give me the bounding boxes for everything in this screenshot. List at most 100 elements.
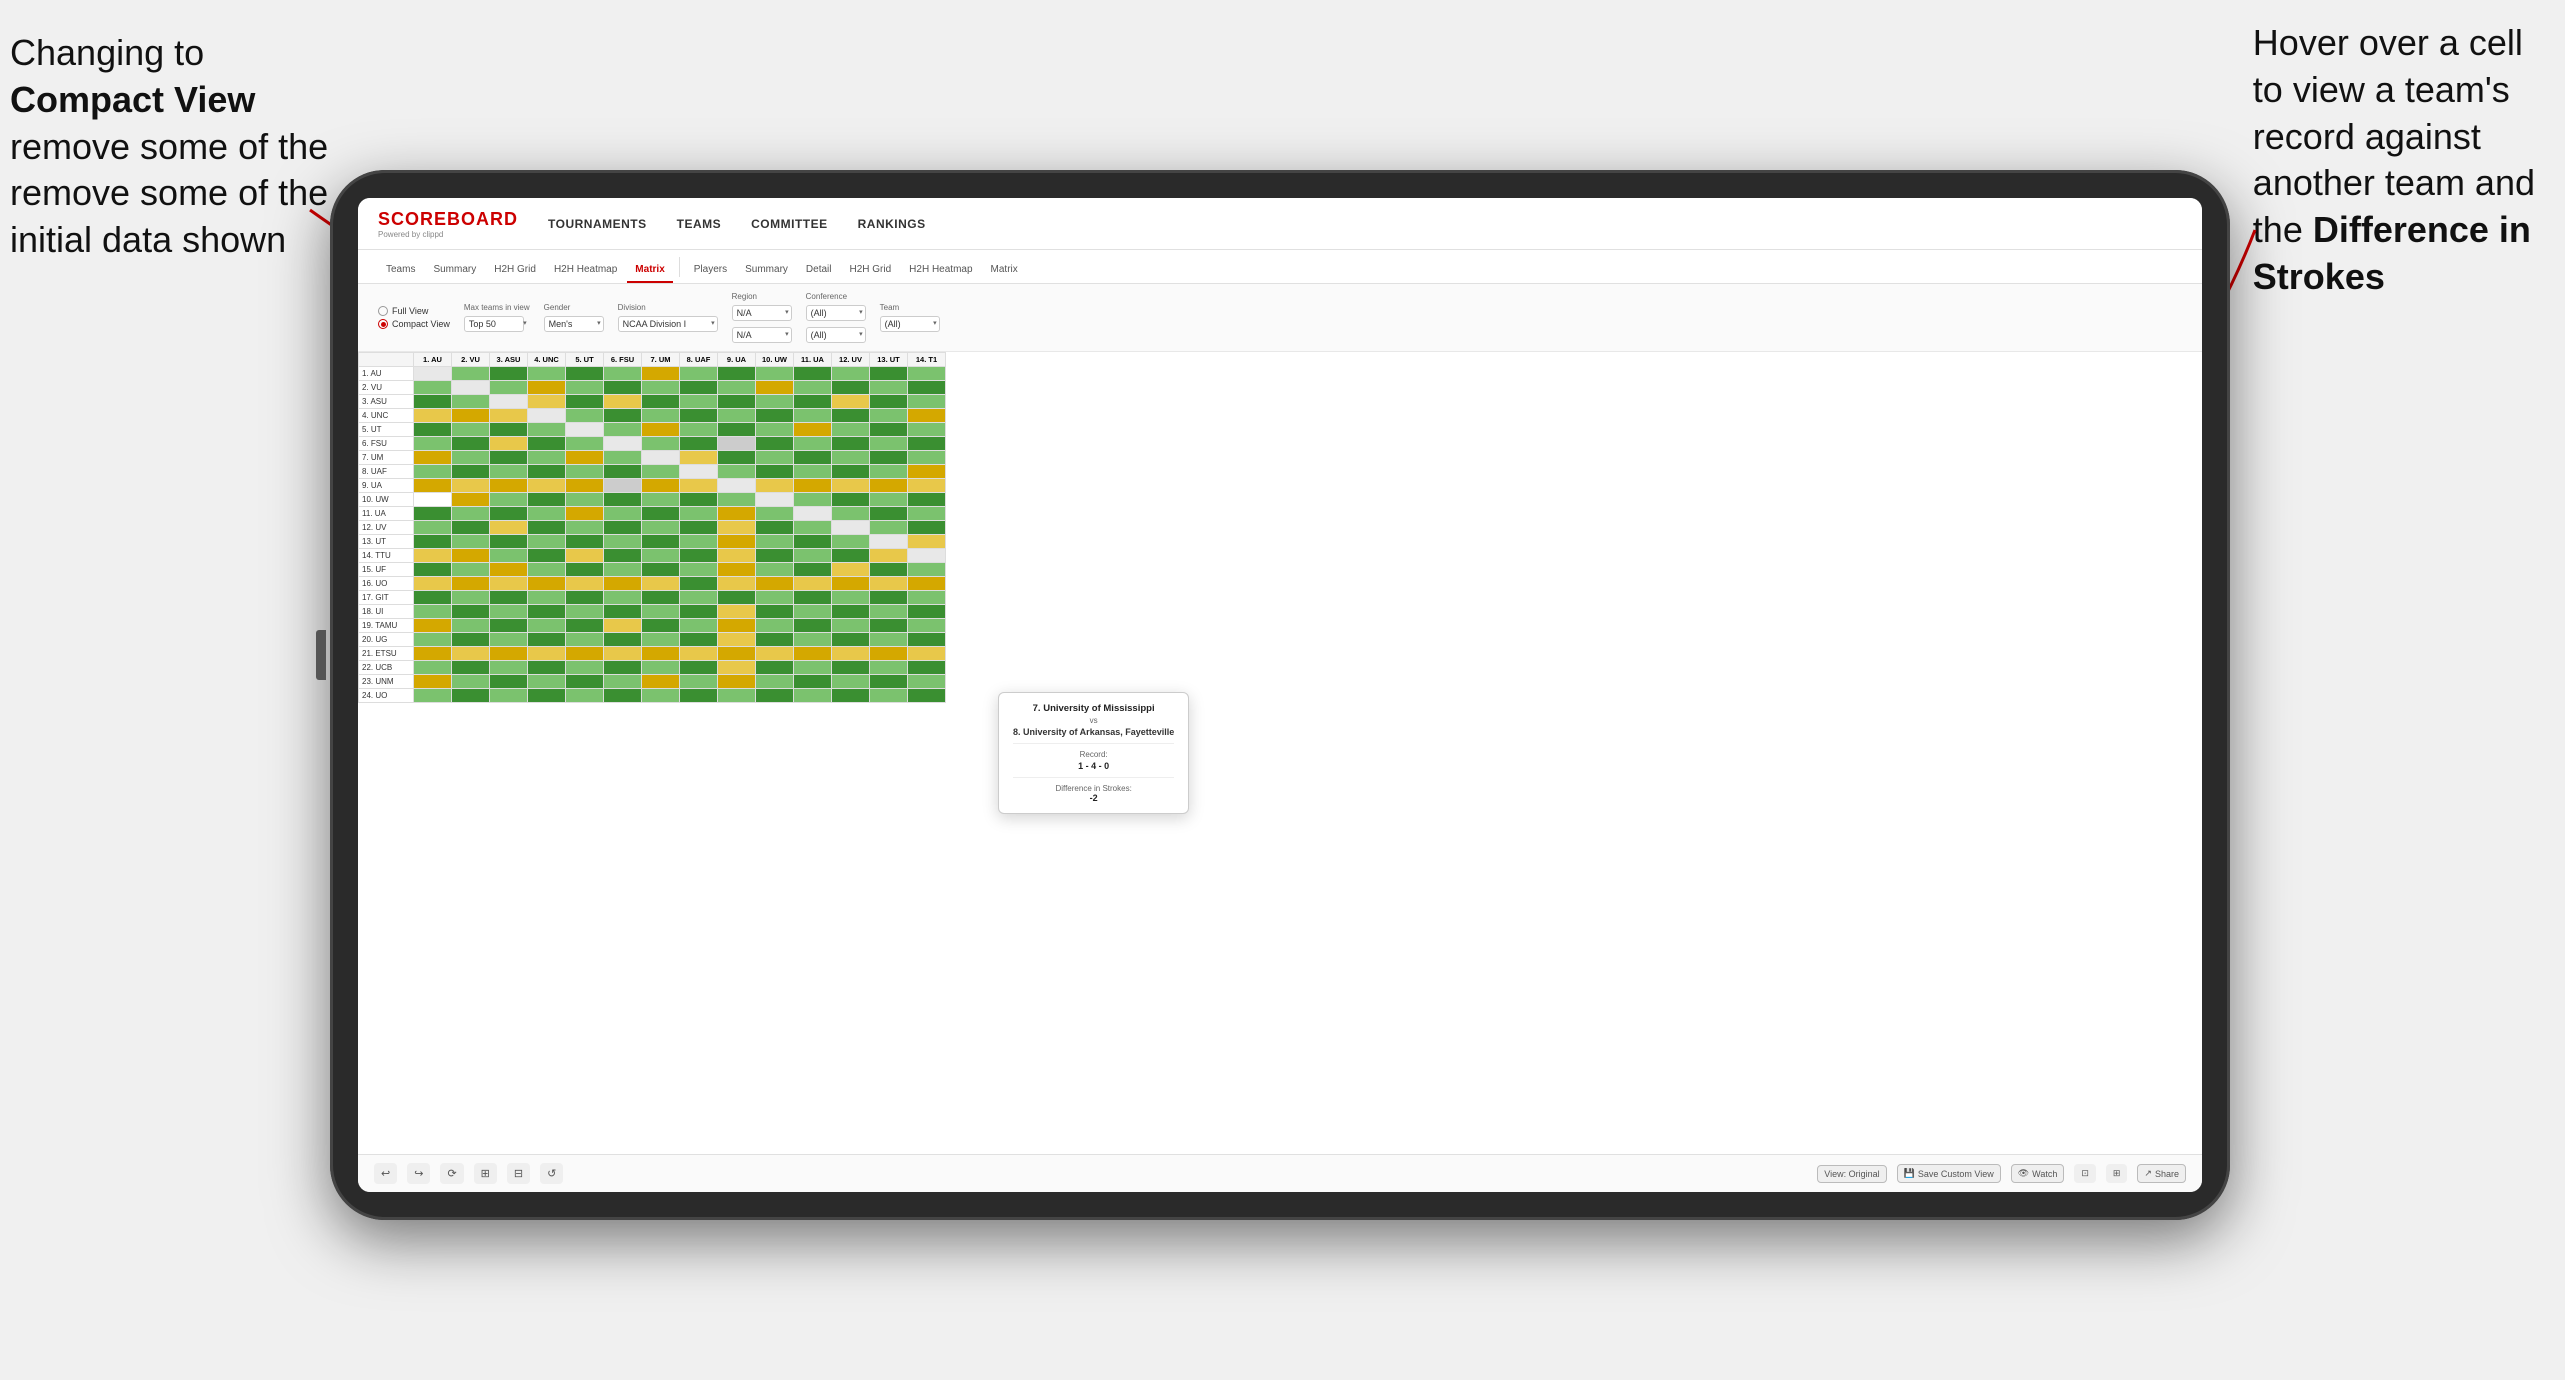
compact-view-radio[interactable] [378, 319, 388, 329]
watch-button[interactable]: 👁 Watch [2011, 1164, 2065, 1183]
matrix-cell[interactable] [680, 367, 718, 381]
matrix-cell[interactable] [452, 479, 490, 493]
matrix-cell[interactable] [756, 633, 794, 647]
matrix-cell[interactable] [870, 423, 908, 437]
matrix-cell[interactable] [870, 605, 908, 619]
matrix-cell[interactable] [832, 493, 870, 507]
matrix-cell[interactable] [794, 605, 832, 619]
matrix-cell[interactable] [680, 521, 718, 535]
matrix-cell[interactable] [642, 465, 680, 479]
team-select[interactable]: (All) [880, 316, 940, 332]
matrix-cell[interactable] [680, 591, 718, 605]
matrix-cell[interactable] [490, 367, 528, 381]
matrix-cell[interactable] [794, 423, 832, 437]
matrix-cell[interactable] [452, 381, 490, 395]
matrix-cell[interactable] [490, 381, 528, 395]
matrix-cell[interactable] [642, 619, 680, 633]
matrix-cell[interactable] [490, 521, 528, 535]
matrix-cell[interactable] [832, 465, 870, 479]
matrix-cell[interactable] [566, 549, 604, 563]
matrix-cell[interactable] [718, 647, 756, 661]
matrix-cell[interactable] [718, 661, 756, 675]
matrix-cell[interactable] [756, 521, 794, 535]
matrix-cell[interactable] [566, 605, 604, 619]
matrix-cell[interactable] [794, 577, 832, 591]
matrix-cell[interactable] [414, 479, 452, 493]
matrix-cell[interactable] [908, 605, 946, 619]
matrix-cell[interactable] [870, 591, 908, 605]
matrix-cell[interactable] [566, 619, 604, 633]
matrix-cell[interactable] [452, 493, 490, 507]
tool-2[interactable]: ⊞ [474, 1163, 497, 1184]
matrix-cell[interactable] [566, 633, 604, 647]
matrix-cell[interactable] [528, 479, 566, 493]
matrix-cell[interactable] [908, 535, 946, 549]
region-select2[interactable]: N/A [732, 327, 792, 343]
matrix-cell[interactable] [718, 423, 756, 437]
matrix-cell[interactable] [452, 465, 490, 479]
matrix-cell[interactable] [642, 493, 680, 507]
matrix-cell[interactable] [414, 395, 452, 409]
matrix-cell[interactable] [414, 591, 452, 605]
tab-h2h-heatmap1[interactable]: H2H Heatmap [546, 258, 625, 283]
undo-button[interactable]: ↩ [374, 1163, 397, 1184]
matrix-cell[interactable] [680, 563, 718, 577]
matrix-cell[interactable] [414, 619, 452, 633]
matrix-cell[interactable] [604, 465, 642, 479]
matrix-cell[interactable] [908, 563, 946, 577]
save-custom-button[interactable]: 💾 Save Custom View [1897, 1164, 2001, 1183]
matrix-cell[interactable] [870, 437, 908, 451]
matrix-cell[interactable] [642, 437, 680, 451]
tool-4[interactable]: ↺ [540, 1163, 563, 1184]
matrix-cell[interactable] [832, 633, 870, 647]
matrix-cell[interactable] [604, 633, 642, 647]
matrix-cell[interactable] [490, 605, 528, 619]
nav-committee[interactable]: COMMITTEE [751, 213, 828, 235]
matrix-cell[interactable] [414, 675, 452, 689]
matrix-cell[interactable] [680, 437, 718, 451]
matrix-cell[interactable] [718, 689, 756, 703]
matrix-cell[interactable] [642, 479, 680, 493]
matrix-cell[interactable] [566, 563, 604, 577]
matrix-cell[interactable] [680, 507, 718, 521]
matrix-cell[interactable] [680, 577, 718, 591]
matrix-cell[interactable] [832, 577, 870, 591]
matrix-cell[interactable] [604, 423, 642, 437]
matrix-cell[interactable] [528, 661, 566, 675]
matrix-cell[interactable] [870, 675, 908, 689]
matrix-cell[interactable] [908, 479, 946, 493]
matrix-cell[interactable] [870, 521, 908, 535]
matrix-cell[interactable] [490, 647, 528, 661]
matrix-cell[interactable] [642, 647, 680, 661]
matrix-cell[interactable] [414, 549, 452, 563]
matrix-cell[interactable] [718, 465, 756, 479]
matrix-cell[interactable] [566, 689, 604, 703]
matrix-cell[interactable] [680, 661, 718, 675]
matrix-cell[interactable] [604, 647, 642, 661]
matrix-cell[interactable] [566, 395, 604, 409]
matrix-cell[interactable] [528, 381, 566, 395]
matrix-cell[interactable] [794, 689, 832, 703]
matrix-cell[interactable] [490, 409, 528, 423]
matrix-cell[interactable] [604, 535, 642, 549]
full-view-radio[interactable] [378, 306, 388, 316]
matrix-cell[interactable] [870, 507, 908, 521]
matrix-cell[interactable] [908, 493, 946, 507]
matrix-cell[interactable] [794, 675, 832, 689]
matrix-cell[interactable] [642, 521, 680, 535]
matrix-cell[interactable] [528, 633, 566, 647]
matrix-cell[interactable] [680, 465, 718, 479]
matrix-cell[interactable] [490, 451, 528, 465]
compact-view-option[interactable]: Compact View [378, 319, 450, 329]
matrix-cell[interactable] [908, 465, 946, 479]
matrix-cell[interactable] [756, 577, 794, 591]
matrix-cell[interactable] [566, 661, 604, 675]
matrix-cell[interactable] [756, 479, 794, 493]
matrix-cell[interactable] [528, 549, 566, 563]
matrix-cell[interactable] [870, 633, 908, 647]
matrix-cell[interactable] [566, 591, 604, 605]
matrix-cell[interactable] [566, 465, 604, 479]
matrix-cell[interactable] [566, 423, 604, 437]
matrix-cell[interactable] [566, 451, 604, 465]
tool-3[interactable]: ⊟ [507, 1163, 530, 1184]
